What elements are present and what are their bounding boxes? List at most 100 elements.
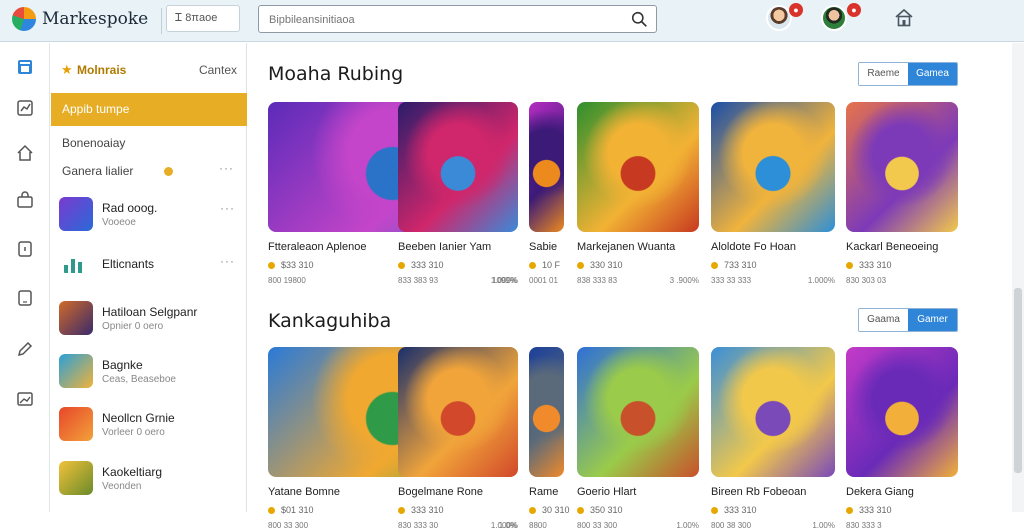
- sidebar-item[interactable]: Ganera lialier: [62, 164, 133, 178]
- game-title[interactable]: Markejanen Wuanta: [577, 241, 675, 253]
- game-title[interactable]: Ftteraleaon Aplenoe: [268, 241, 366, 253]
- game-card[interactable]: Aloldote Fo Hoan 733 310 333 33 333 1.000%: [711, 102, 835, 285]
- game-thumbnail[interactable]: [577, 102, 699, 232]
- rating-percent: 1.00%: [812, 521, 835, 530]
- game-stats: 0001 01: [529, 276, 564, 285]
- sidebar-app-item[interactable]: Bagnke Ceas, Beaseboe: [51, 346, 247, 396]
- download-count: 830 333 30: [398, 521, 439, 530]
- coin-icon: [398, 262, 405, 270]
- game-title[interactable]: Bogelmane Rone: [398, 486, 483, 498]
- coin-icon: [268, 262, 275, 270]
- tablet-icon[interactable]: [15, 288, 35, 308]
- game-card[interactable]: Dekera Giang 333 310 830 333 3: [846, 347, 958, 530]
- app-name: Bagnke: [102, 358, 143, 372]
- store-icon[interactable]: [15, 57, 35, 77]
- download-count: 838 333 83: [577, 276, 618, 285]
- game-thumbnail[interactable]: [577, 347, 699, 477]
- app-thumbnail: [59, 407, 93, 441]
- game-card[interactable]: Bireen Rb Fobeoan 333 310 800 38 300 1.00%: [711, 347, 835, 530]
- edit-icon[interactable]: [15, 339, 35, 359]
- game-thumbnail[interactable]: [529, 347, 564, 477]
- game-stats: 830 333 3: [846, 521, 958, 530]
- game-thumbnail[interactable]: [711, 347, 835, 477]
- game-card[interactable]: Beeben Ianier Yam 333 310 833 383 93 1.000%: [398, 102, 518, 285]
- game-title[interactable]: Aloldote Fo Hoan: [711, 241, 796, 253]
- toggle-option-active[interactable]: Gamer: [908, 309, 957, 331]
- scrollbar-thumb[interactable]: [1014, 288, 1022, 473]
- rating-percent: 1.000%: [490, 521, 518, 530]
- star-icon: ★: [61, 62, 73, 77]
- game-card[interactable]: Sabie 10 F 0001 01: [529, 102, 564, 285]
- game-title[interactable]: Kackarl Beneoeing: [846, 241, 938, 253]
- game-price: $33 310: [268, 260, 314, 270]
- game-stats: 800 38 300 1.00%: [711, 521, 835, 530]
- game-stats: 833 383 93 1.000%: [398, 276, 518, 285]
- more-icon[interactable]: ···: [220, 201, 235, 215]
- game-card[interactable]: Bogelmane Rone 333 310 830 333 30 1.000%: [398, 347, 518, 530]
- search-input[interactable]: [269, 12, 619, 28]
- game-card[interactable]: Rame 30 310 8800: [529, 347, 570, 530]
- game-title[interactable]: Sabie: [529, 241, 557, 253]
- friend-avatar[interactable]: [821, 5, 847, 31]
- game-title[interactable]: Dekera Giang: [846, 486, 914, 498]
- game-thumbnail[interactable]: [529, 102, 564, 232]
- download-count: 800 19800: [268, 276, 306, 285]
- toggle-option-active[interactable]: Gamea: [908, 63, 957, 85]
- game-thumbnail[interactable]: [398, 347, 518, 477]
- download-count: 333 33 333: [711, 276, 752, 285]
- view-toggle[interactable]: Gaama Gamer: [858, 308, 958, 332]
- notification-badge: ●: [789, 3, 803, 17]
- sidebar-app-item[interactable]: Elticnants ···: [51, 239, 247, 289]
- price-text: 333 310: [859, 505, 892, 515]
- game-price: 333 310: [711, 505, 757, 515]
- game-thumbnail[interactable]: [846, 347, 958, 477]
- toggle-option[interactable]: Raeme: [859, 63, 908, 85]
- filter-dropdown[interactable]: Ꮖ 8πaoe: [166, 5, 240, 32]
- sidebar-item[interactable]: Bonenoaiay: [62, 136, 125, 150]
- more-icon[interactable]: ···: [220, 254, 235, 268]
- search-icon[interactable]: [631, 11, 648, 28]
- status-dot: [164, 167, 173, 176]
- home-icon[interactable]: [894, 8, 914, 28]
- game-title[interactable]: Yatane Bomne: [268, 486, 340, 498]
- coin-icon: [711, 507, 718, 515]
- game-title[interactable]: Bireen Rb Fobeoan: [711, 486, 806, 498]
- sidebar-app-item[interactable]: Rad ooog. Vooeoe ···: [51, 189, 247, 239]
- sidebar-item-active[interactable]: Appib tumpe: [51, 93, 247, 126]
- bag-icon[interactable]: [15, 190, 35, 210]
- game-card[interactable]: Kackarl Beneoeing 333 310 830 303 03: [846, 102, 958, 285]
- price-text: $01 310: [281, 505, 314, 515]
- cancel-link[interactable]: Cantex: [199, 63, 237, 77]
- game-thumbnail[interactable]: [846, 102, 958, 232]
- game-price: 30 310: [529, 505, 570, 515]
- game-price: 330 310: [577, 260, 623, 270]
- search-box[interactable]: [258, 5, 657, 33]
- sidebar-app-item[interactable]: Neollcn Grnie Vorleer 0 oero: [51, 399, 247, 449]
- app-logo[interactable]: [12, 7, 36, 31]
- game-title[interactable]: Goerio Hlart: [577, 486, 636, 498]
- icon-rail: [0, 43, 50, 512]
- scrollbar[interactable]: [1012, 43, 1024, 512]
- house-icon[interactable]: [15, 143, 35, 163]
- game-card[interactable]: Goerio Hlart 350 310 800 33 300 1.00%: [577, 347, 699, 530]
- game-thumbnail[interactable]: [711, 102, 835, 232]
- gallery-icon[interactable]: [15, 389, 35, 409]
- more-icon[interactable]: ···: [219, 161, 234, 175]
- game-title[interactable]: Beeben Ianier Yam: [398, 241, 491, 253]
- sidebar-app-item[interactable]: Kaokeltiarg Veonden: [51, 453, 247, 503]
- price-text: 333 310: [411, 260, 444, 270]
- main-content: Moaha Rubing Raeme Gamea Kankaguhiba Gaa…: [248, 43, 1008, 530]
- sidebar-app-item[interactable]: Hatiloan Selgpanr Opnier 0 oero: [51, 293, 247, 343]
- game-title[interactable]: Rame: [529, 486, 558, 498]
- game-card[interactable]: Markejanen Wuanta 330 310 838 333 83 3 .900…: [577, 102, 699, 285]
- price-text: 10 F: [542, 260, 561, 270]
- brand-name: Markespoke: [42, 9, 149, 29]
- game-price: $01 310: [268, 505, 314, 515]
- sidebar-header: ★ Molnrais Cantex: [51, 43, 247, 93]
- chart-icon[interactable]: [15, 98, 35, 118]
- game-price: 333 310: [846, 505, 892, 515]
- toggle-option[interactable]: Gaama: [859, 309, 908, 331]
- document-icon[interactable]: [15, 239, 35, 259]
- game-thumbnail[interactable]: [398, 102, 518, 232]
- view-toggle[interactable]: Raeme Gamea: [858, 62, 958, 86]
